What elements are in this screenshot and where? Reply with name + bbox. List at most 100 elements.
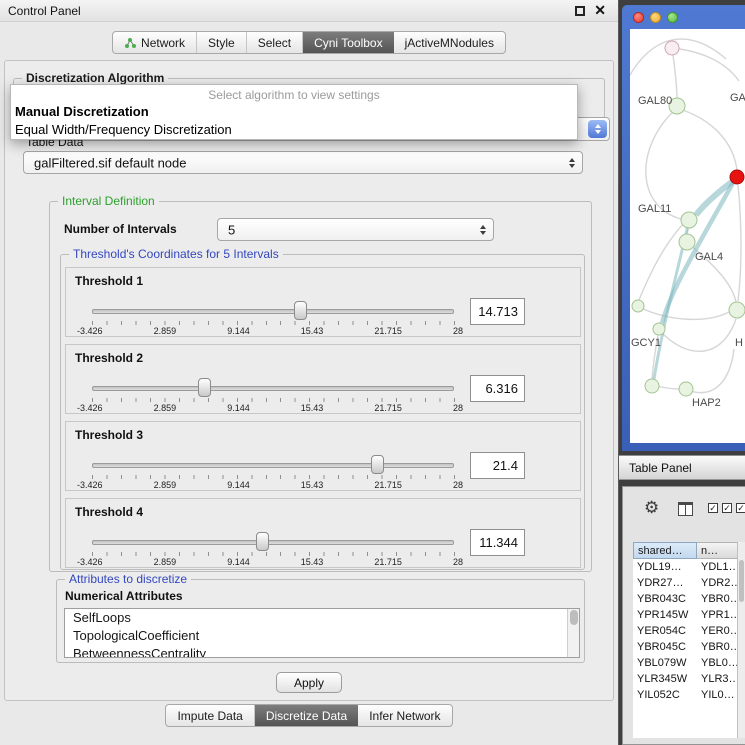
threshold-value-field[interactable]: 14.713 [470, 298, 525, 325]
table-cell[interactable]: YLR3… [697, 671, 739, 687]
table-cell[interactable]: YDR2… [697, 575, 739, 591]
table-cell[interactable]: YER054C [633, 623, 697, 639]
table-cell[interactable]: YDL1… [697, 559, 739, 575]
table-cell[interactable]: YER0… [697, 623, 739, 639]
table-data-combobox[interactable]: galFiltered.sif default node [23, 151, 583, 174]
scrollbar-thumb[interactable] [570, 610, 578, 625]
table-row[interactable]: YBR045CYBR0… [633, 639, 739, 655]
slider-track[interactable] [92, 463, 454, 468]
network-window-titlebar[interactable] [622, 5, 745, 29]
control-panel-titlebar[interactable]: Control Panel [0, 0, 618, 22]
network-edge[interactable] [672, 48, 677, 99]
table-cell[interactable]: YDL19… [633, 559, 697, 575]
table-cell[interactable]: YIL0… [697, 687, 739, 703]
slider-track[interactable] [92, 309, 454, 314]
list-item[interactable]: SelfLoops [65, 609, 579, 627]
apply-button[interactable]: Apply [276, 672, 342, 693]
network-node[interactable] [729, 302, 745, 318]
slider-scale-labels: -3.4262.8599.14415.4321.71528 [77, 557, 463, 567]
threshold-value-field[interactable]: 6.316 [470, 375, 525, 402]
slider-track[interactable] [92, 540, 454, 545]
network-node[interactable] [665, 41, 679, 55]
table-row[interactable]: YPR145WYPR1… [633, 607, 739, 623]
table-cell[interactable]: YPR1… [697, 607, 739, 623]
table-row[interactable]: YLR345WYLR3… [633, 671, 739, 687]
tab-select[interactable]: Select [247, 32, 303, 53]
dropdown-option-manual-discretization[interactable]: Manual Discretization [11, 103, 577, 121]
column-header-name[interactable]: n… [697, 542, 739, 559]
checkbox-icon[interactable] [722, 503, 732, 513]
tab-network[interactable]: Network [113, 32, 197, 53]
tab-style[interactable]: Style [197, 32, 247, 53]
tab-label: Network [141, 36, 185, 50]
combobox-arrows-icon[interactable] [588, 120, 607, 138]
table-row[interactable]: YER054CYER0… [633, 623, 739, 639]
table-cell[interactable]: YBR043C [633, 591, 697, 607]
table-cell[interactable]: YDR27… [633, 575, 697, 591]
close-traffic-light-icon[interactable] [633, 12, 644, 23]
table-cell[interactable]: YBR0… [697, 639, 739, 655]
list-item[interactable]: BetweennessCentrality [65, 645, 579, 658]
table-scrollbar[interactable] [737, 542, 745, 738]
list-item[interactable]: TopologicalCoefficient [65, 627, 579, 645]
tab-label: Style [208, 36, 235, 50]
minimize-traffic-light-icon[interactable] [650, 12, 661, 23]
gear-icon[interactable] [644, 498, 659, 518]
table-cell[interactable]: YBR0… [697, 591, 739, 607]
table-row[interactable]: YIL052CYIL0… [633, 687, 739, 703]
scrollbar-thumb[interactable] [739, 560, 744, 602]
numerical-attributes-list[interactable]: SelfLoopsTopologicalCoefficientBetweenne… [64, 608, 580, 658]
slider-thumb[interactable] [371, 455, 384, 474]
network-edge[interactable] [639, 307, 729, 319]
table-cell[interactable]: YLR345W [633, 671, 697, 687]
checkbox-icon[interactable] [736, 503, 745, 513]
column-selector-icon[interactable] [678, 502, 693, 516]
number-of-intervals-combobox[interactable]: 5 [217, 218, 494, 241]
table-row[interactable]: YBL079WYBL0… [633, 655, 739, 671]
tick-label: 28 [453, 326, 463, 336]
table-cell[interactable]: YBL0… [697, 655, 739, 671]
tab-impute-data[interactable]: Impute Data [166, 705, 254, 726]
slider-thumb[interactable] [198, 378, 211, 397]
network-node-hap2[interactable] [679, 382, 693, 396]
network-node-gal4[interactable] [679, 234, 695, 250]
slider-track[interactable] [92, 386, 454, 391]
interval-definition-group: Interval Definition Number of Intervals … [49, 201, 592, 572]
slider-thumb[interactable] [256, 532, 269, 551]
network-node[interactable] [632, 300, 644, 312]
table-cell[interactable]: YPR145W [633, 607, 697, 623]
column-header-shared-name[interactable]: shared… [633, 542, 697, 559]
tab-jactivemnodules[interactable]: jActiveMNodules [394, 32, 505, 53]
zoom-traffic-light-icon[interactable] [667, 12, 678, 23]
table-row[interactable]: YBR043CYBR0… [633, 591, 739, 607]
checkbox-icon[interactable] [708, 503, 718, 513]
network-edge[interactable] [659, 319, 736, 351]
slider-thumb[interactable] [294, 301, 307, 320]
dropdown-option-equal-width-frequency[interactable]: Equal Width/Frequency Discretization [11, 121, 577, 139]
tab-discretize-data[interactable]: Discretize Data [255, 705, 358, 726]
network-node-gcy1[interactable] [653, 323, 665, 335]
network-edge[interactable] [687, 349, 734, 393]
tab-cyni-toolbox[interactable]: Cyni Toolbox [303, 32, 393, 53]
table-row[interactable]: YDL19…YDL1… [633, 559, 739, 575]
list-scrollbar[interactable] [567, 609, 579, 657]
tab-infer-network[interactable]: Infer Network [358, 705, 451, 726]
table-row[interactable]: YDR27…YDR2… [633, 575, 739, 591]
dropdown-placeholder: Select algorithm to view settings [11, 85, 577, 103]
float-window-icon[interactable] [575, 6, 585, 16]
threshold-value-field[interactable]: 21.4 [470, 452, 525, 479]
threshold-value-field[interactable]: 11.344 [470, 529, 525, 556]
network-canvas[interactable]: GAL80GAGAL11GAL4GCY1HHAP2 [630, 29, 745, 443]
table-cell[interactable]: YIL052C [633, 687, 697, 703]
close-icon[interactable] [594, 2, 606, 19]
network-node[interactable] [645, 379, 659, 393]
tick-label: 9.144 [227, 403, 250, 413]
network-edge[interactable] [672, 48, 739, 81]
table-cell[interactable]: YBR045C [633, 639, 697, 655]
table-cell[interactable]: YBL079W [633, 655, 697, 671]
network-node-gal11[interactable] [681, 212, 697, 228]
table-panel-header[interactable]: Table Panel [619, 455, 745, 480]
network-edge[interactable] [738, 185, 741, 301]
selected-network-node[interactable] [730, 170, 744, 184]
network-edge[interactable] [677, 108, 737, 170]
